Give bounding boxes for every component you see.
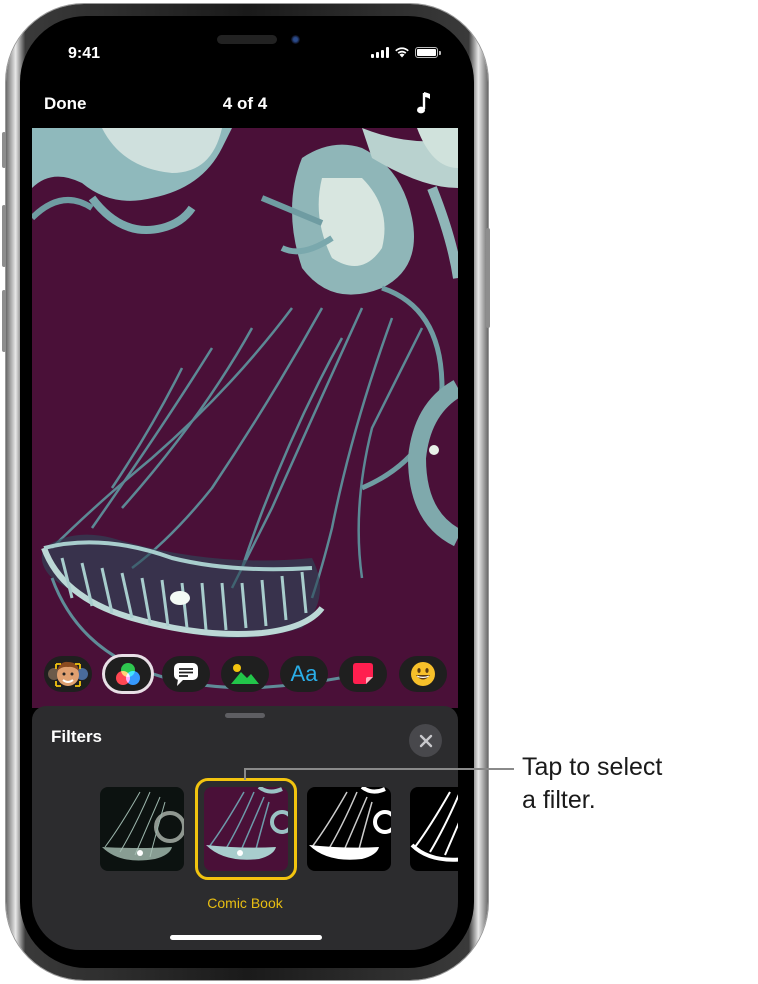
selected-filter-label: Comic Book [207,895,283,911]
callout-leader-horizontal [245,768,514,770]
volume-down-button [2,290,6,352]
silent-switch [2,132,6,168]
cellular-signal-icon [371,46,389,58]
filter-preview-original [100,787,184,871]
status-icons [371,46,441,58]
filters-sheet: Filters Comic Book [32,706,458,950]
front-camera [291,35,300,44]
phone-screen: 9:41 Done 4 of 4 Aa Filters Comic Book [32,28,458,950]
filters-button[interactable] [102,654,154,694]
filter-preview-comic-mono [307,787,391,871]
wifi-icon [395,47,409,58]
callout-line-1: Tap to select [522,753,663,781]
emoji-icon [411,662,435,686]
jellyfish-photo[interactable] [32,128,458,708]
text-labels-button[interactable]: Aa [280,656,328,692]
volume-up-button [2,205,6,267]
callout-text: Tap to select a filter. [522,751,742,817]
speech-bubble-icon [174,663,198,686]
jellyfish-illustration [32,128,458,708]
filter-preview-ink [410,787,458,871]
text-aa-icon: Aa [290,661,318,686]
filter-preview-comic-book [204,787,288,871]
picture-icon [231,664,259,684]
close-icon [419,734,432,747]
close-button[interactable] [409,724,442,757]
memoji-camera-button[interactable] [44,656,92,692]
filter-thumb-original[interactable] [100,787,184,871]
home-indicator[interactable] [170,935,322,940]
speaker-grille [217,35,277,44]
memoji-icon [48,661,88,687]
stickers-button[interactable] [339,656,387,692]
status-time: 9:41 [68,45,101,62]
effects-toolbar: Aa [32,654,458,696]
side-button [486,228,490,328]
battery-icon [415,46,441,58]
filters-icon [116,663,140,685]
callout-line-2: a filter. [522,786,596,814]
sheet-grabber[interactable] [225,713,265,718]
filter-thumb-comic-mono[interactable] [307,787,391,871]
filter-thumb-ink[interactable] [410,787,458,871]
speech-bubbles-button[interactable] [162,656,210,692]
emoji-button[interactable] [399,656,447,692]
page-counter: 4 of 4 [222,94,268,113]
music-note-icon[interactable] [416,90,434,116]
sticker-icon [353,663,373,684]
filter-thumb-comic-book[interactable] [204,787,288,871]
sheet-title: Filters [51,727,103,746]
posters-button[interactable] [221,656,269,692]
